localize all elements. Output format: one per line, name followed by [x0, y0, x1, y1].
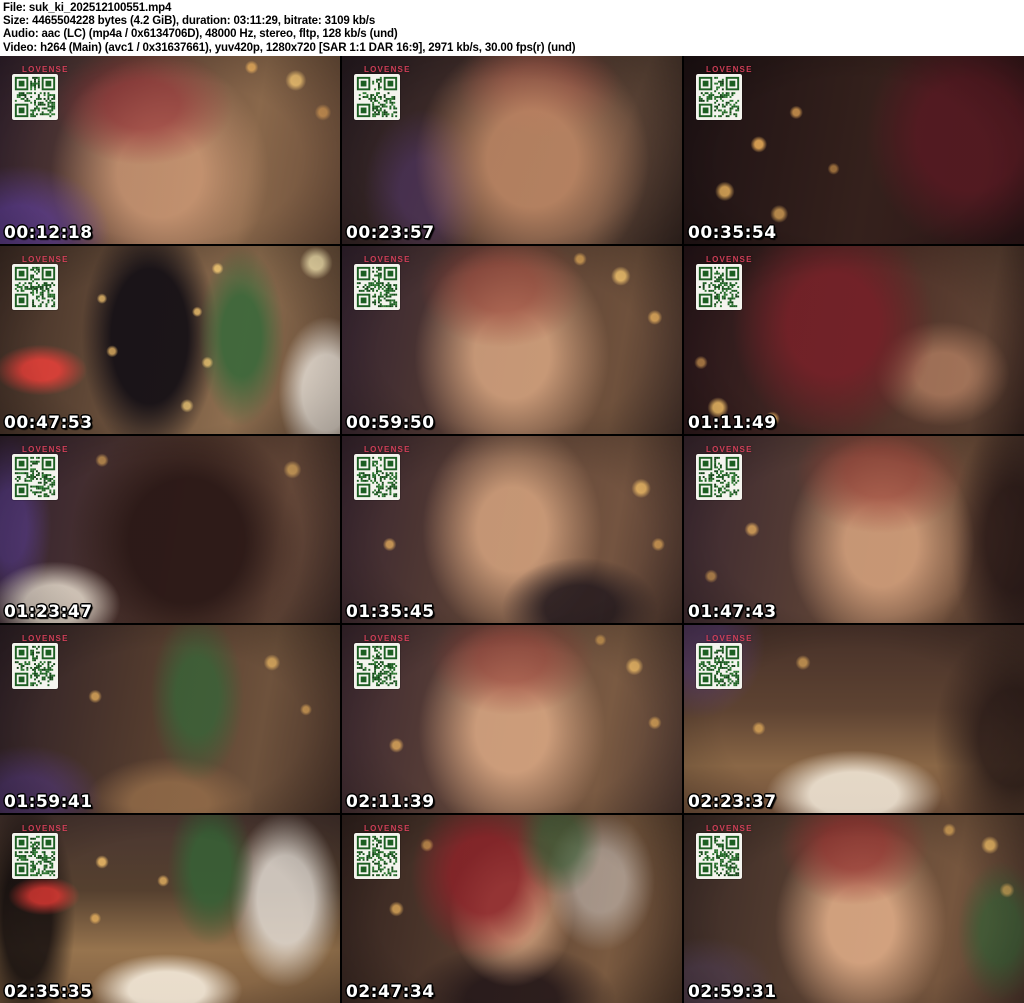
video-frame-thumbnail: LOVENSE 01:47:43 — [684, 435, 1024, 624]
video-frame-thumbnail: LOVENSE 02:23:37 — [684, 625, 1024, 814]
frame-timestamp: 01:59:41 — [4, 792, 93, 813]
lovense-qr-code-icon — [696, 643, 742, 690]
lovense-qr-code-icon — [354, 263, 400, 310]
lovense-watermark: LOVENSE — [706, 824, 753, 834]
lovense-qr-code-icon — [12, 643, 58, 690]
frame-timestamp: 01:47:43 — [688, 602, 777, 623]
lovense-watermark: LOVENSE — [706, 254, 753, 264]
lovense-watermark: LOVENSE — [364, 824, 411, 834]
lovense-qr-code-icon — [354, 833, 400, 880]
frame-timestamp: 00:23:57 — [346, 222, 435, 243]
lovense-qr-code-icon — [12, 74, 58, 120]
video-frame-thumbnail: LOVENSE 00:59:50 — [342, 245, 682, 434]
lovense-qr-code-icon — [354, 453, 400, 500]
contact-sheet: File: suk_ki_202512100551.mp4 Size: 4465… — [0, 0, 1024, 1003]
frame-timestamp: 02:47:34 — [346, 982, 435, 1002]
lovense-watermark: LOVENSE — [22, 65, 69, 74]
metadata-header: File: suk_ki_202512100551.mp4 Size: 4465… — [0, 0, 1024, 56]
lovense-watermark: LOVENSE — [364, 444, 411, 454]
lovense-watermark: LOVENSE — [22, 824, 69, 834]
video-frame-thumbnail: LOVENSE 01:35:45 — [342, 435, 682, 624]
lovense-qr-code-icon — [696, 74, 742, 120]
lovense-watermark: LOVENSE — [364, 65, 411, 74]
lovense-qr-code-icon — [696, 453, 742, 500]
video-frame-thumbnail: LOVENSE 00:23:57 — [342, 56, 682, 244]
lovense-watermark: LOVENSE — [706, 65, 753, 74]
frame-timestamp: 00:12:18 — [4, 222, 93, 243]
lovense-watermark: LOVENSE — [706, 634, 753, 644]
video-frame-thumbnail: LOVENSE 00:35:54 — [684, 56, 1024, 244]
frame-timestamp: 00:47:53 — [4, 412, 93, 433]
lovense-watermark: LOVENSE — [22, 254, 69, 264]
frame-timestamp: 01:23:47 — [4, 602, 93, 623]
video-frame-thumbnail: LOVENSE 01:23:47 — [0, 435, 340, 624]
lovense-qr-code-icon — [354, 643, 400, 690]
lovense-watermark: LOVENSE — [364, 254, 411, 264]
video-frame-thumbnail: LOVENSE 00:47:53 — [0, 245, 340, 434]
lovense-qr-code-icon — [12, 453, 58, 500]
frame-timestamp: 01:35:45 — [346, 602, 435, 623]
frame-timestamp: 02:59:31 — [688, 982, 777, 1002]
lovense-watermark: LOVENSE — [706, 444, 753, 454]
lovense-qr-code-icon — [696, 833, 742, 880]
lovense-watermark: LOVENSE — [22, 444, 69, 454]
frame-timestamp: 01:11:49 — [688, 412, 777, 433]
lovense-watermark: LOVENSE — [22, 634, 69, 644]
file-size-line: Size: 4465504228 bytes (4.2 GiB), durati… — [3, 15, 376, 28]
frame-timestamp: 02:35:35 — [4, 982, 93, 1002]
video-frame-thumbnail: LOVENSE 00:12:18 — [0, 56, 340, 244]
audio-info-line: Audio: aac (LC) (mp4a / 0x6134706D), 480… — [3, 28, 398, 41]
thumbnail-grid: LOVENSE 00:12:18 LOVENSE 00:23:57 LOVENS… — [0, 56, 1024, 1003]
lovense-qr-code-icon — [12, 263, 58, 310]
video-frame-thumbnail: LOVENSE 02:59:31 — [684, 815, 1024, 1003]
frame-timestamp: 02:23:37 — [688, 792, 777, 813]
video-frame-thumbnail: LOVENSE 01:59:41 — [0, 625, 340, 814]
video-frame-thumbnail: LOVENSE 02:47:34 — [342, 815, 682, 1003]
lovense-qr-code-icon — [354, 74, 400, 120]
video-frame-thumbnail: LOVENSE 02:35:35 — [0, 815, 340, 1003]
lovense-qr-code-icon — [696, 263, 742, 310]
video-frame-thumbnail: LOVENSE 01:11:49 — [684, 245, 1024, 434]
lovense-qr-code-icon — [12, 833, 58, 880]
video-info-line: Video: h264 (Main) (avc1 / 0x31637661), … — [3, 41, 576, 54]
file-name-line: File: suk_ki_202512100551.mp4 — [3, 2, 172, 14]
frame-timestamp: 00:59:50 — [346, 412, 435, 433]
frame-timestamp: 00:35:54 — [688, 222, 777, 243]
video-frame-thumbnail: LOVENSE 02:11:39 — [342, 625, 682, 814]
lovense-watermark: LOVENSE — [364, 634, 411, 644]
frame-timestamp: 02:11:39 — [346, 792, 435, 813]
